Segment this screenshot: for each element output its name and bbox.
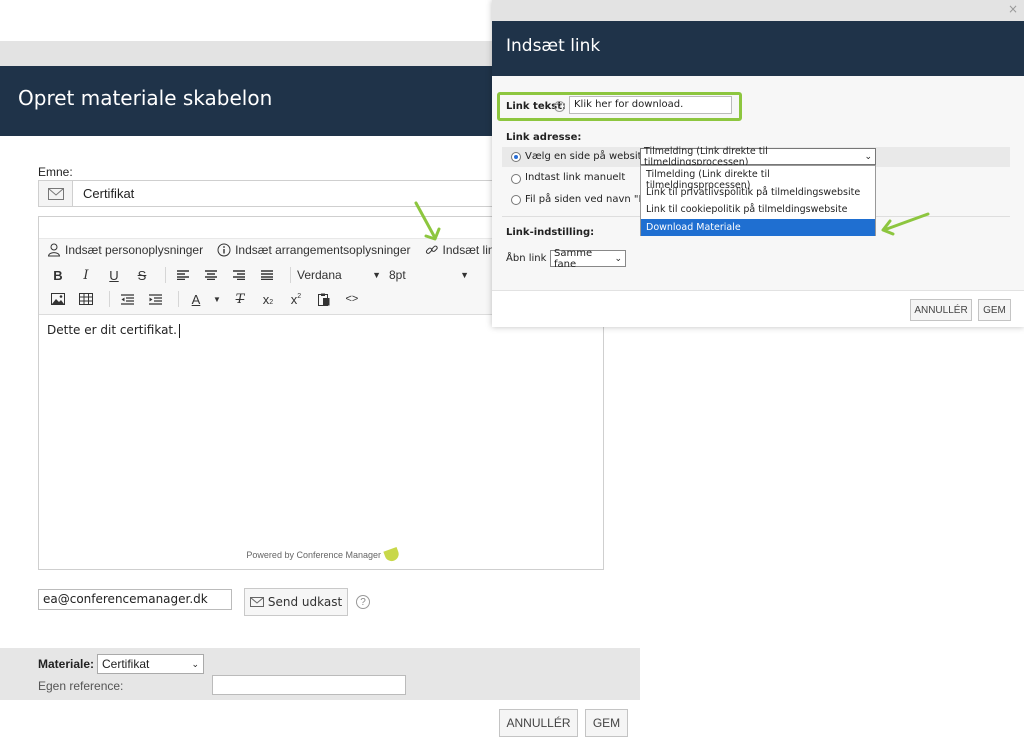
font-family-value: Verdana [297,268,342,282]
radio-manual-link[interactable] [511,174,521,184]
main-save-button[interactable]: GEM [585,709,628,737]
italic-button[interactable]: I [75,265,97,285]
clear-format-button[interactable]: T [229,289,251,309]
insert-event-info-label: Indsæt arrangementsoplysninger [235,243,411,257]
main-cancel-button[interactable]: ANNULLÉR [499,709,578,737]
dropdown-option[interactable]: Link til privatlivspolitik på tilmelding… [641,184,875,202]
chevron-down-icon: ⌄ [614,253,622,264]
editor-text: Dette er dit certifikat. [47,323,177,337]
close-icon[interactable]: × [1008,2,1018,16]
conference-manager-logo-icon [383,546,401,564]
powered-by: Powered by Conference Manager [246,546,401,564]
annotation-arrow-icon [414,201,441,241]
own-reference-input[interactable] [212,675,406,695]
indent-icon[interactable] [144,289,166,309]
insert-person-info-label: Indsæt personoplysninger [65,243,204,257]
open-link-in-label: Åbn link i [506,253,553,264]
outdent-icon[interactable] [116,289,138,309]
insert-link-modal: × Indsæt link Link tekst: ? Klik her for… [492,0,1024,327]
chevron-down-icon: ▼ [372,270,381,280]
editor-content[interactable]: Dette er dit certifikat. [47,323,180,338]
page-select[interactable]: Tilmelding (Link direkte til tilmeldings… [640,146,876,168]
bold-button[interactable]: B [47,265,69,285]
help-icon[interactable]: ? [554,101,565,112]
insert-person-info-button[interactable]: Indsæt personoplysninger [47,243,203,257]
modal-title: Opret materiale skabelon [18,86,273,110]
align-center-icon[interactable] [200,265,222,285]
subject-value: Certifikat [83,186,135,201]
open-link-in-value: Samme fane [554,247,593,270]
table-icon[interactable] [75,289,97,309]
info-icon [217,243,231,257]
chevron-down-icon: ⌄ [191,658,199,669]
align-right-icon[interactable] [228,265,250,285]
align-justify-icon[interactable] [256,265,278,285]
chevron-down-icon: ⌄ [864,151,872,162]
subscript-button[interactable]: x2 [257,289,279,309]
superscript-button[interactable]: x2 [285,289,307,309]
toolbar-separator [178,291,179,307]
page-dropdown-list: Tilmelding (Link direkte til tilmeldings… [640,165,876,236]
material-label: Materiale: [38,657,95,671]
draft-email-input[interactable]: ea@conferencemanager.dk [38,589,232,610]
toolbar-separator [109,291,110,307]
font-color-button[interactable]: A [185,289,207,309]
powered-by-text: Powered by Conference Manager [246,550,381,560]
envelope-icon [249,597,264,607]
person-icon [47,243,61,257]
envelope-icon [39,181,73,206]
radio-file[interactable] [511,195,521,205]
font-size-select[interactable]: 8pt ▼ [389,265,469,285]
chevron-down-icon[interactable]: ▼ [213,295,221,304]
open-link-in-select[interactable]: Samme fane ⌄ [550,247,626,270]
send-draft-label: Send udkast [267,595,343,609]
toolbar-separator [165,267,166,283]
link-setting-label: Link-indstilling: [506,227,595,238]
subject-label: Emne: [38,165,73,179]
link-address-label: Link adresse: [506,132,582,143]
insert-event-info-button[interactable]: Indsæt arrangementsoplysninger [217,243,411,257]
radio-manual-link-label: Indtast link manuelt [525,172,626,183]
link-text-input[interactable]: Klik her for download. [569,96,732,114]
material-value: Certifikat [102,657,150,671]
send-draft-button[interactable]: Send udkast [244,588,348,616]
link-cancel-button[interactable]: ANNULLÉR [910,299,972,321]
dropdown-option[interactable]: Link til cookiepolitik på tilmeldingsweb… [641,201,875,219]
link-modal-title: Indsæt link [506,36,601,56]
font-size-value: 8pt [389,268,406,282]
source-code-button[interactable]: <> [341,289,363,309]
image-icon[interactable] [47,289,69,309]
link-modal-header: Indsæt link [492,21,1024,76]
font-family-select[interactable]: Verdana ▼ [297,265,381,285]
link-save-button[interactable]: GEM [978,299,1011,321]
strikethrough-button[interactable]: S [131,265,153,285]
annotation-arrow-icon [881,212,930,236]
material-select[interactable]: Certifikat ⌄ [97,654,204,674]
toolbar-separator [290,267,291,283]
text-caret [178,323,180,338]
help-icon[interactable]: ? [356,595,370,609]
paste-icon[interactable] [313,289,335,309]
underline-button[interactable]: U [103,265,125,285]
dropdown-option[interactable]: Tilmelding (Link direkte til tilmeldings… [641,166,875,191]
align-left-icon[interactable] [172,265,194,285]
own-reference-label: Egen reference: [38,679,124,693]
dropdown-option-download[interactable]: Download Materiale [641,218,875,236]
radio-choose-page[interactable] [511,152,521,162]
chevron-down-icon: ▼ [460,270,469,280]
link-modal-top-bar: × [492,0,1024,21]
radio-choose-page-label: Vælg en side på websitet [525,151,652,162]
